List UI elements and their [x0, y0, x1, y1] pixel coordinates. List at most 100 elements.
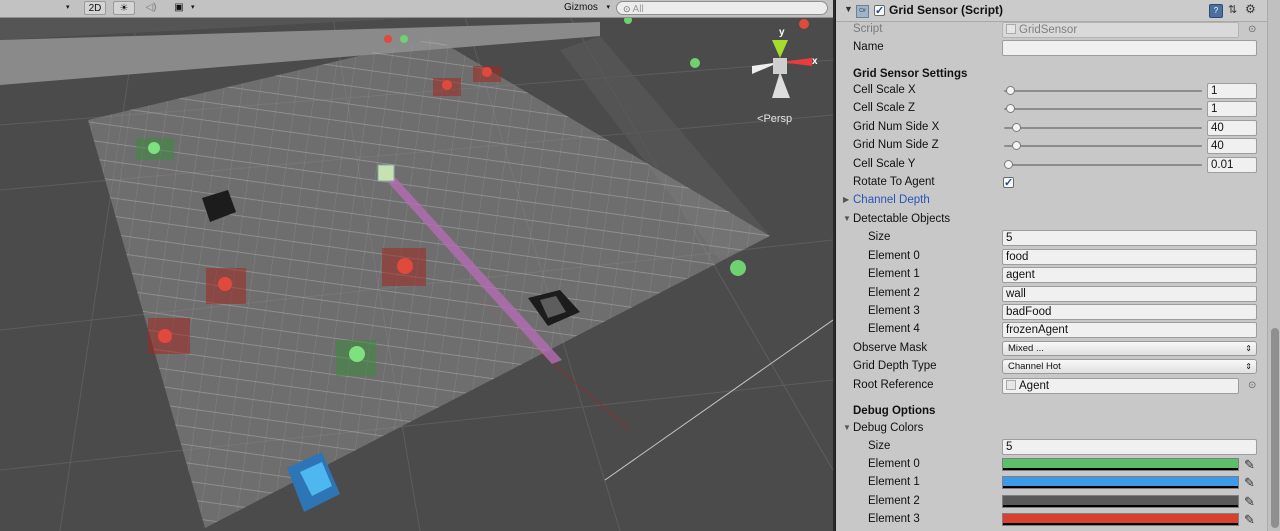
scrollbar-thumb[interactable]: [1271, 328, 1279, 528]
element-label: Element 3: [868, 305, 920, 317]
gear-icon[interactable]: ⚙: [1245, 2, 1256, 16]
debug-colors-row[interactable]: ▼ Debug Colors: [836, 420, 1266, 438]
scene-search-input[interactable]: ⊙ All: [616, 1, 828, 15]
root-reference-value: Agent: [1019, 380, 1050, 392]
cell-scale-z-row: Cell Scale Z 1: [836, 100, 1266, 118]
element-label: Element 1: [868, 476, 920, 488]
gizmo-y-axis-label[interactable]: y: [779, 27, 785, 38]
debug-color-row: Element 1 ✎: [836, 474, 1266, 492]
debug-size-field[interactable]: 5: [1002, 439, 1257, 455]
persp-label: Persp: [763, 113, 793, 125]
gizmo-x-axis-label[interactable]: x: [812, 56, 818, 67]
grid-num-side-z-slider[interactable]: [1004, 145, 1202, 147]
scene-view[interactable]: ▾ 2D ☀ ◁) ▣ ▾ Gizmos ▾ ⊙ All y x <Persp: [0, 0, 833, 531]
detectable-element-field[interactable]: wall: [1002, 286, 1257, 302]
alpha-bar: [1003, 486, 1238, 488]
grid-depth-type-label: Grid Depth Type: [853, 360, 937, 372]
element-label: Element 0: [868, 458, 920, 470]
cell-scale-x-slider[interactable]: [1004, 90, 1202, 92]
cell-scale-x-label: Cell Scale X: [853, 84, 916, 96]
eyedropper-icon[interactable]: ✎: [1244, 494, 1255, 510]
scene-viewport[interactable]: [0, 0, 833, 531]
shading-mode-dropdown-arrow[interactable]: ▾: [66, 1, 76, 15]
rotate-to-agent-label: Rotate To Agent: [853, 176, 935, 188]
detectable-objects-row[interactable]: ▼ Detectable Objects: [836, 211, 1266, 229]
detectable-element-row: Element 2 wall: [836, 285, 1266, 303]
grid-num-side-z-slider-thumb[interactable]: [1011, 141, 1021, 150]
script-field: GridSensor: [1002, 22, 1239, 38]
grid-num-side-x-slider[interactable]: [1004, 127, 1202, 129]
presets-icon[interactable]: ⇅: [1228, 3, 1237, 16]
grid-num-side-z-field[interactable]: 40: [1207, 138, 1257, 154]
gizmos-label: Gizmos: [564, 2, 598, 13]
dropdown-arrow-icon: ⇕: [1245, 362, 1252, 371]
grid-num-side-z-label: Grid Num Side Z: [853, 139, 939, 151]
effects-dropdown-arrow[interactable]: ▾: [191, 1, 201, 15]
fold-right-icon[interactable]: ▶: [843, 195, 849, 204]
channel-depth-label[interactable]: Channel Depth: [853, 194, 930, 206]
light-toggle-icon[interactable]: ☀: [113, 1, 135, 15]
root-reference-label: Root Reference: [853, 379, 934, 391]
grid-num-side-x-slider-thumb[interactable]: [1011, 123, 1021, 132]
alpha-bar: [1003, 468, 1238, 470]
gizmos-dropdown[interactable]: Gizmos ▾: [562, 1, 610, 15]
eyedropper-icon[interactable]: ✎: [1244, 475, 1255, 491]
rotate-to-agent-checkbox[interactable]: ✓: [1003, 177, 1014, 189]
rotate-to-agent-row: Rotate To Agent ✓: [836, 174, 1266, 192]
cell-scale-y-field[interactable]: 0.01: [1207, 157, 1257, 173]
cell-scale-x-field[interactable]: 1: [1207, 83, 1257, 99]
fold-down-icon[interactable]: ▼: [843, 423, 851, 432]
name-row: Name: [836, 39, 1266, 57]
fold-down-icon[interactable]: ▼: [843, 214, 851, 223]
component-header[interactable]: ▼ C# ✓ Grid Sensor (Script) ? ⇅ ⚙: [836, 0, 1280, 22]
cell-scale-z-slider[interactable]: [1004, 108, 1202, 110]
detectable-element-field[interactable]: food: [1002, 249, 1257, 265]
channel-depth-row[interactable]: ▶ Channel Depth: [836, 192, 1266, 210]
root-reference-field[interactable]: Agent: [1002, 378, 1239, 394]
observe-mask-label: Observe Mask: [853, 342, 928, 354]
color-swatch[interactable]: [1002, 513, 1239, 526]
script-value: GridSensor: [1019, 24, 1078, 36]
debug-colors-label[interactable]: Debug Colors: [853, 422, 923, 434]
help-book-icon[interactable]: ?: [1209, 4, 1223, 18]
chevron-down-icon: ▾: [606, 4, 610, 11]
observe-mask-dropdown[interactable]: Mixed ... ⇕: [1002, 341, 1257, 356]
script-label: Script: [853, 23, 883, 35]
fold-down-icon[interactable]: ▼: [844, 4, 853, 14]
color-swatch[interactable]: [1002, 458, 1239, 471]
color-swatch[interactable]: [1002, 495, 1239, 508]
cell-scale-y-slider[interactable]: [1004, 164, 1202, 166]
cell-scale-x-row: Cell Scale X 1: [836, 82, 1266, 100]
cell-scale-z-label: Cell Scale Z: [853, 102, 915, 114]
cell-scale-z-slider-thumb[interactable]: [1005, 104, 1015, 113]
perspective-toggle[interactable]: <Persp: [757, 113, 792, 125]
name-field[interactable]: [1002, 40, 1257, 56]
eyedropper-icon[interactable]: ✎: [1244, 512, 1255, 528]
detectable-element-field[interactable]: frozenAgent: [1002, 322, 1257, 338]
cell-scale-x-slider-thumb[interactable]: [1005, 86, 1015, 95]
debug-color-row: Element 0 ✎: [836, 456, 1266, 474]
detectable-element-row: Element 1 agent: [836, 266, 1266, 284]
color-swatch[interactable]: [1002, 476, 1239, 489]
component-enabled-checkbox[interactable]: ✓: [874, 5, 885, 17]
detectable-element-field[interactable]: agent: [1002, 267, 1257, 283]
grid-depth-type-dropdown[interactable]: Channel Hot ⇕: [1002, 359, 1257, 374]
dropdown-arrow-icon: ⇕: [1245, 344, 1252, 353]
detectable-size-field[interactable]: 5: [1002, 230, 1257, 246]
2d-mode-toggle[interactable]: 2D: [84, 1, 106, 15]
inspector-panel: ▼ C# ✓ Grid Sensor (Script) ? ⇅ ⚙ Script…: [835, 0, 1280, 531]
cell-scale-z-field[interactable]: 1: [1207, 101, 1257, 117]
cell-scale-y-slider-thumb[interactable]: [1004, 160, 1013, 169]
cell-scale-y-row: Cell Scale Y 0.01: [836, 156, 1266, 174]
inspector-scrollbar[interactable]: [1267, 0, 1280, 531]
object-picker-icon[interactable]: ⊙: [1248, 380, 1256, 391]
debug-color-row: Element 3 ✎: [836, 511, 1266, 529]
grid-num-side-z-row: Grid Num Side Z 40: [836, 137, 1266, 155]
detectable-element-field[interactable]: badFood: [1002, 304, 1257, 320]
detectable-objects-label[interactable]: Detectable Objects: [853, 213, 950, 225]
eyedropper-icon[interactable]: ✎: [1244, 457, 1255, 473]
grid-num-side-x-label: Grid Num Side X: [853, 121, 940, 133]
grid-num-side-x-field[interactable]: 40: [1207, 120, 1257, 136]
effects-toggle-icon[interactable]: ▣: [168, 1, 190, 15]
audio-toggle-icon[interactable]: ◁): [140, 1, 162, 15]
